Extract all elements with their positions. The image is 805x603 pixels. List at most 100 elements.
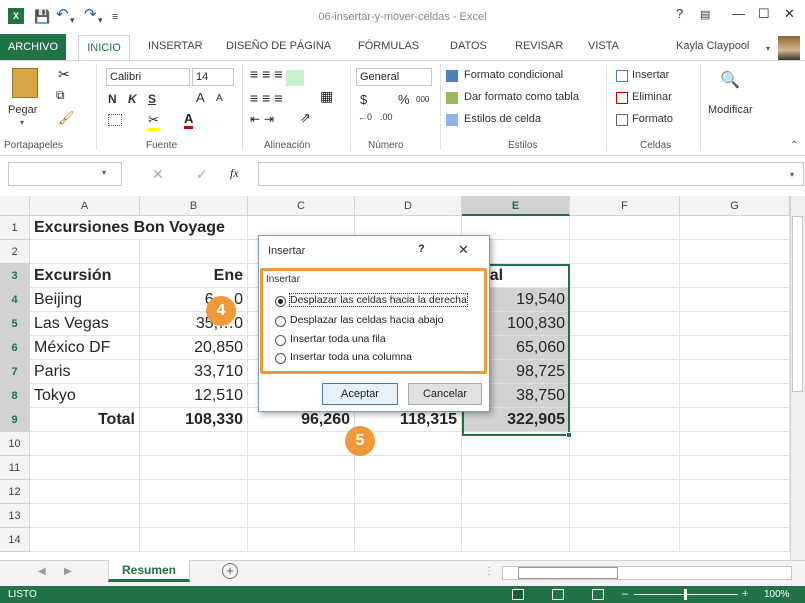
cell-e11[interactable] [462, 456, 570, 480]
new-sheet-icon[interactable]: + [222, 563, 238, 579]
modify-button[interactable]: Modificar [708, 104, 753, 116]
tab-diseno-pagina[interactable]: DISEÑO DE PÁGINA [226, 40, 331, 52]
cell-a11[interactable] [30, 456, 140, 480]
tab-datos[interactable]: DATOS [450, 40, 487, 52]
cell-f6[interactable] [570, 336, 680, 360]
currency-button[interactable]: $ [360, 92, 367, 107]
underline-button[interactable]: S [148, 92, 156, 106]
name-box-dropdown-icon[interactable]: ▾ [102, 168, 106, 177]
row-header[interactable]: 14 [0, 528, 30, 552]
cell-b11[interactable] [140, 456, 248, 480]
cell-c10[interactable] [248, 432, 355, 456]
cell-a9[interactable]: Total [30, 408, 140, 432]
cell-a14[interactable] [30, 528, 140, 552]
delete-cells-button[interactable]: Eliminar [632, 91, 672, 103]
cell-b9[interactable]: 108,330 [140, 408, 248, 432]
cell-g3[interactable] [680, 264, 790, 288]
vertical-scroll-thumb[interactable] [792, 216, 803, 392]
cell-a12[interactable] [30, 480, 140, 504]
cell-g4[interactable] [680, 288, 790, 312]
zoom-out-icon[interactable]: – [622, 586, 628, 603]
tab-revisar[interactable]: REVISAR [515, 40, 563, 52]
tab-vista[interactable]: VISTA [588, 40, 619, 52]
cell-b2[interactable] [140, 240, 248, 264]
cell-d13[interactable] [355, 504, 462, 528]
cell-f3[interactable] [570, 264, 680, 288]
italic-button[interactable]: K [128, 92, 137, 106]
cell-d11[interactable] [355, 456, 462, 480]
cell-f14[interactable] [570, 528, 680, 552]
help-button[interactable]: ? [676, 6, 683, 21]
cell-g11[interactable] [680, 456, 790, 480]
cell-d12[interactable] [355, 480, 462, 504]
cell-f4[interactable] [570, 288, 680, 312]
font-color-icon[interactable]: A [184, 111, 194, 129]
cell-g2[interactable] [680, 240, 790, 264]
zoom-in-icon[interactable]: + [742, 586, 748, 603]
row-header[interactable]: 13 [0, 504, 30, 528]
row-header[interactable]: 7 [0, 360, 30, 384]
row-header[interactable]: 10 [0, 432, 30, 456]
cell-b10[interactable] [140, 432, 248, 456]
radio-entire-column[interactable] [275, 353, 286, 364]
cell-styles-button[interactable]: Estilos de celda [464, 113, 541, 125]
bold-button[interactable]: N [108, 92, 117, 106]
row-header[interactable]: 9 [0, 408, 30, 432]
insert-cells-button[interactable]: Insertar [632, 69, 669, 81]
row-header[interactable]: 3 [0, 264, 30, 288]
tab-archivo[interactable]: ARCHIVO [0, 34, 66, 60]
row-header[interactable]: 8 [0, 384, 30, 408]
column-header-d[interactable]: D [355, 196, 462, 216]
radio-shift-right[interactable] [275, 296, 286, 307]
thousands-button[interactable]: 000 [416, 95, 429, 104]
grow-font-button[interactable]: A [196, 90, 205, 105]
insert-function-button[interactable]: fx [230, 166, 239, 181]
expand-formula-icon[interactable]: ▾ [790, 170, 794, 179]
cell-a1[interactable]: Excursiones Bon Voyage [30, 216, 225, 240]
cell-a7[interactable]: Paris [30, 360, 140, 384]
cell-b6[interactable]: 20,850 [140, 336, 248, 360]
orientation-icon[interactable]: ⇗ [300, 110, 311, 126]
row-header[interactable]: 6 [0, 336, 30, 360]
zoom-slider-thumb[interactable] [684, 589, 687, 600]
cell-b14[interactable] [140, 528, 248, 552]
vertical-align-icons[interactable]: ≡≡≡ [250, 66, 287, 82]
conditional-format-button[interactable]: Formato condicional [464, 69, 563, 81]
cell-f2[interactable] [570, 240, 680, 264]
cell-g9[interactable] [680, 408, 790, 432]
cell-b13[interactable] [140, 504, 248, 528]
cell-d14[interactable] [355, 528, 462, 552]
row-header[interactable]: 2 [0, 240, 30, 264]
cell-a5[interactable]: Las Vegas [30, 312, 140, 336]
cell-b1[interactable] [140, 216, 248, 240]
dialog-help-button[interactable]: ? [418, 243, 425, 255]
page-break-icon[interactable] [592, 589, 604, 600]
cell-c13[interactable] [248, 504, 355, 528]
cell-f10[interactable] [570, 432, 680, 456]
user-name[interactable]: Kayla Claypool [676, 40, 749, 52]
close-button[interactable]: ✕ [784, 6, 795, 22]
hscroll-split-icon[interactable]: ⋮ [484, 566, 494, 577]
zoom-level[interactable]: 100% [764, 586, 790, 603]
font-name-combo[interactable]: Calibri [106, 68, 190, 86]
column-header-e[interactable]: E [462, 196, 570, 216]
row-header[interactable]: 1 [0, 216, 30, 240]
cell-f1[interactable] [570, 216, 680, 240]
paste-icon[interactable] [12, 68, 38, 98]
cell-e12[interactable] [462, 480, 570, 504]
page-layout-icon[interactable] [552, 589, 564, 600]
horizontal-align-icons[interactable]: ≡≡≡ [250, 90, 287, 106]
decrease-decimal-button[interactable]: .00 [380, 112, 393, 122]
fill-color-icon[interactable]: ✂ [148, 112, 159, 131]
cell-a4[interactable]: Beijing [30, 288, 140, 312]
cell-g5[interactable] [680, 312, 790, 336]
tab-inicio[interactable]: INICIO [78, 35, 130, 61]
option-shift-down[interactable]: Desplazar las celdas hacia abajo [290, 314, 444, 326]
maximize-button[interactable]: ☐ [758, 6, 770, 22]
cell-g6[interactable] [680, 336, 790, 360]
cell-f8[interactable] [570, 384, 680, 408]
font-size-combo[interactable]: 14 [192, 68, 234, 86]
borders-icon[interactable] [108, 114, 122, 126]
copy-icon[interactable]: ⧉ [56, 88, 65, 103]
cell-a2[interactable] [30, 240, 140, 264]
